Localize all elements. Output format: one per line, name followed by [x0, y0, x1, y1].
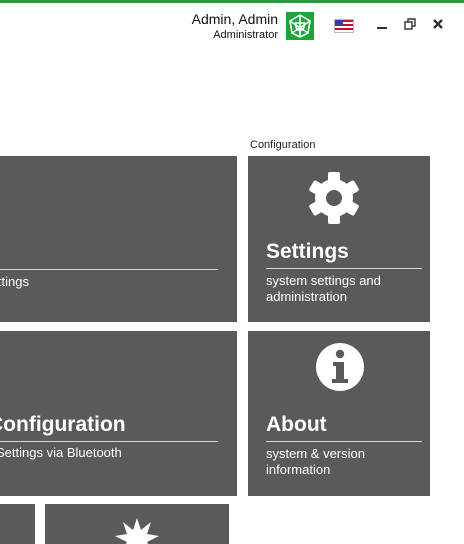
- close-button[interactable]: [428, 14, 448, 34]
- tile-title: Configuration: [0, 413, 126, 436]
- tile-left-top[interactable]: Settings: [0, 156, 237, 322]
- gear-icon: [304, 168, 364, 233]
- tile-divider: [266, 441, 422, 442]
- tile-description: Settings: [0, 274, 29, 289]
- top-accent-line: [0, 0, 464, 3]
- tile-about[interactable]: About system & version information: [248, 331, 430, 496]
- user-role: Administrator: [213, 29, 278, 41]
- info-icon: [314, 341, 366, 398]
- section-label-configuration: Configuration: [250, 139, 316, 151]
- tile-divider: [266, 268, 422, 269]
- tile-title: About: [266, 413, 327, 436]
- user-name: Admin, Admin: [191, 11, 278, 27]
- starburst-icon: [107, 512, 167, 544]
- restore-button[interactable]: [400, 14, 420, 34]
- app-logo-icon[interactable]: [286, 12, 314, 40]
- tile-bluetooth-configuration[interactable]: Configuration Settings via Bluetooth: [0, 331, 237, 496]
- us-flag-icon[interactable]: [334, 19, 354, 33]
- tile-settings[interactable]: Settings system settings and administrat…: [248, 156, 430, 322]
- tile-bottom-mid[interactable]: [45, 504, 229, 544]
- minimize-icon: [377, 27, 387, 29]
- tile-divider: [0, 269, 218, 270]
- tile-description: system & version information: [266, 446, 365, 477]
- restore-icon: [404, 18, 416, 30]
- tile-divider: [0, 441, 218, 442]
- tile-title: Settings: [266, 240, 349, 263]
- tile-description: Settings via Bluetooth: [0, 445, 122, 460]
- minimize-button[interactable]: [372, 14, 392, 34]
- close-icon: [433, 19, 443, 29]
- tile-description: system settings and administration: [266, 273, 381, 304]
- tile-bottom-left[interactable]: [0, 504, 35, 544]
